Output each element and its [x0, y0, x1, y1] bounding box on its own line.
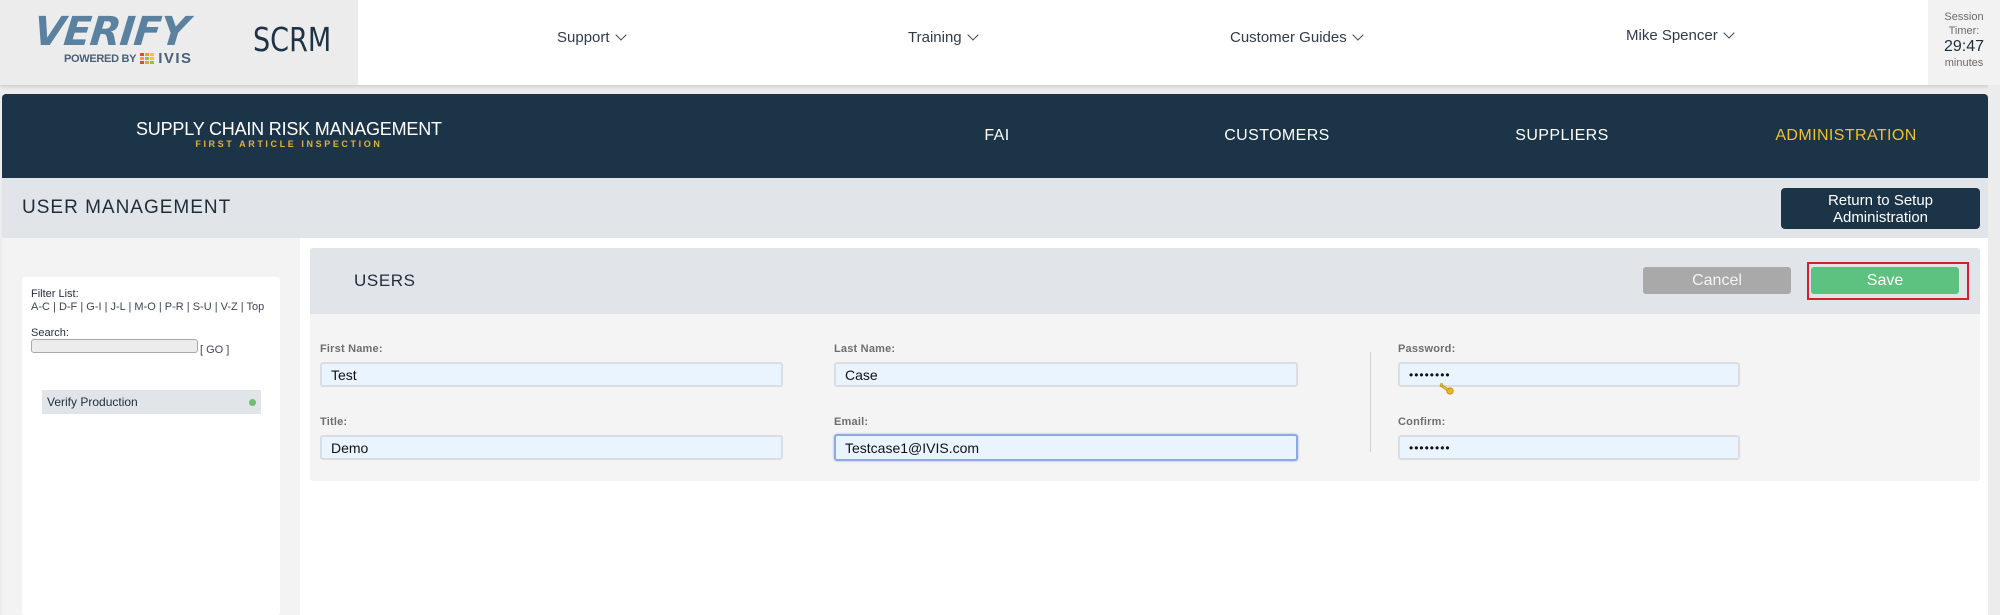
email-field[interactable]: [834, 434, 1298, 461]
tab-fai[interactable]: FAI: [882, 94, 1112, 178]
session-timer-value: 29:47: [1943, 38, 1985, 55]
filter-d-f[interactable]: D-F: [59, 301, 77, 313]
filter-s-u[interactable]: S-U: [193, 301, 212, 313]
user-name: Mike Spencer: [1626, 27, 1718, 44]
tab-administration[interactable]: ADMINISTRATION: [1704, 94, 1988, 178]
search-input[interactable]: [31, 339, 198, 353]
users-header: USERS Cancel Save: [310, 248, 1980, 314]
list-item-label: Verify Production: [47, 395, 138, 409]
nav-customer-guides[interactable]: Customer Guides: [1230, 29, 1364, 46]
filter-a-c[interactable]: A-C: [31, 301, 50, 313]
chevron-down-icon: [966, 29, 979, 41]
filter-j-l[interactable]: J-L: [111, 301, 126, 313]
session-timer-label: Session Timer:: [1944, 11, 1984, 37]
key-icon[interactable]: [1438, 382, 1454, 396]
filter-v-z[interactable]: V-Z: [221, 301, 238, 313]
filter-top[interactable]: Top: [247, 301, 265, 313]
filter-p-r[interactable]: P-R: [165, 301, 184, 313]
form-divider: [1370, 352, 1371, 452]
ivis-text: IVIS: [158, 50, 193, 67]
nav-support-label: Support: [557, 29, 610, 46]
app-brand[interactable]: SUPPLY CHAIN RISK MANAGEMENT FIRST ARTIC…: [136, 120, 442, 150]
content-area: Filter List: A-C | D-F | G-I | J-L | M-O…: [2, 238, 1988, 615]
filter-m-o[interactable]: M-O: [134, 301, 155, 313]
nav-training[interactable]: Training: [908, 29, 979, 46]
first-name-label: First Name:: [320, 343, 383, 355]
email-label: Email:: [834, 416, 869, 428]
nav-training-label: Training: [908, 29, 962, 46]
tab-suppliers[interactable]: SUPPLIERS: [1447, 94, 1677, 178]
section-header: USER MANAGEMENT Return to Setup Administ…: [2, 178, 1988, 238]
status-dot-icon: [249, 398, 256, 406]
filter-label: Filter List:: [31, 288, 79, 300]
cancel-button[interactable]: Cancel: [1643, 267, 1791, 294]
first-name-field[interactable]: [320, 362, 783, 387]
sidebar: Filter List: A-C | D-F | G-I | J-L | M-O…: [2, 238, 300, 615]
confirm-password-field[interactable]: [1398, 435, 1740, 460]
users-panel: USERS Cancel Save First Name: Last Name:…: [310, 248, 1980, 481]
save-button[interactable]: Save: [1811, 267, 1959, 294]
users-title: USERS: [354, 271, 416, 290]
title-field[interactable]: [320, 435, 783, 460]
nav-customer-guides-label: Customer Guides: [1230, 29, 1347, 46]
powered-by-ivis: POWERED BY IVIS: [64, 50, 193, 67]
chevron-down-icon: [614, 29, 627, 41]
ivis-logo-icon: [140, 53, 155, 64]
return-to-setup-button[interactable]: Return to Setup Administration: [1781, 188, 1980, 229]
search-label: Search:: [31, 327, 69, 339]
logo-area: VERIFY POWERED BY IVIS SCRM: [0, 0, 358, 85]
chevron-down-icon: [1723, 27, 1735, 39]
chevron-down-icon: [1352, 29, 1364, 41]
session-timer: Session Timer: 29:47 minutes: [1928, 0, 2000, 85]
last-name-field[interactable]: [834, 362, 1298, 387]
session-timer-unit: minutes: [1944, 57, 1984, 69]
tab-customers[interactable]: CUSTOMERS: [1162, 94, 1392, 178]
main-nav: SUPPLY CHAIN RISK MANAGEMENT FIRST ARTIC…: [2, 94, 1988, 178]
filter-g-i[interactable]: G-I: [86, 301, 101, 313]
last-name-label: Last Name:: [834, 343, 896, 355]
nav-support[interactable]: Support: [557, 29, 627, 46]
app-title: SUPPLY CHAIN RISK MANAGEMENT: [136, 119, 442, 139]
password-label: Password:: [1398, 343, 1456, 355]
verify-logo[interactable]: VERIFY: [32, 9, 191, 55]
title-label: Title:: [320, 416, 348, 428]
page-title: USER MANAGEMENT: [22, 197, 232, 218]
sidebar-panel: Filter List: A-C | D-F | G-I | J-L | M-O…: [22, 277, 280, 615]
go-button[interactable]: [ GO ]: [200, 344, 229, 356]
confirm-label: Confirm:: [1398, 416, 1446, 428]
powered-by-text: POWERED BY: [64, 52, 137, 65]
app-subtitle: FIRST ARTICLE INSPECTION: [195, 139, 383, 149]
user-menu[interactable]: Mike Spencer: [1626, 27, 1735, 44]
top-header: VERIFY POWERED BY IVIS SCRM Support Trai…: [0, 0, 2000, 85]
page-edge: [1988, 85, 2000, 615]
filter-links: A-C | D-F | G-I | J-L | M-O | P-R | S-U …: [31, 301, 265, 313]
list-item[interactable]: Verify Production: [42, 390, 261, 414]
product-name: SCRM: [253, 20, 332, 59]
